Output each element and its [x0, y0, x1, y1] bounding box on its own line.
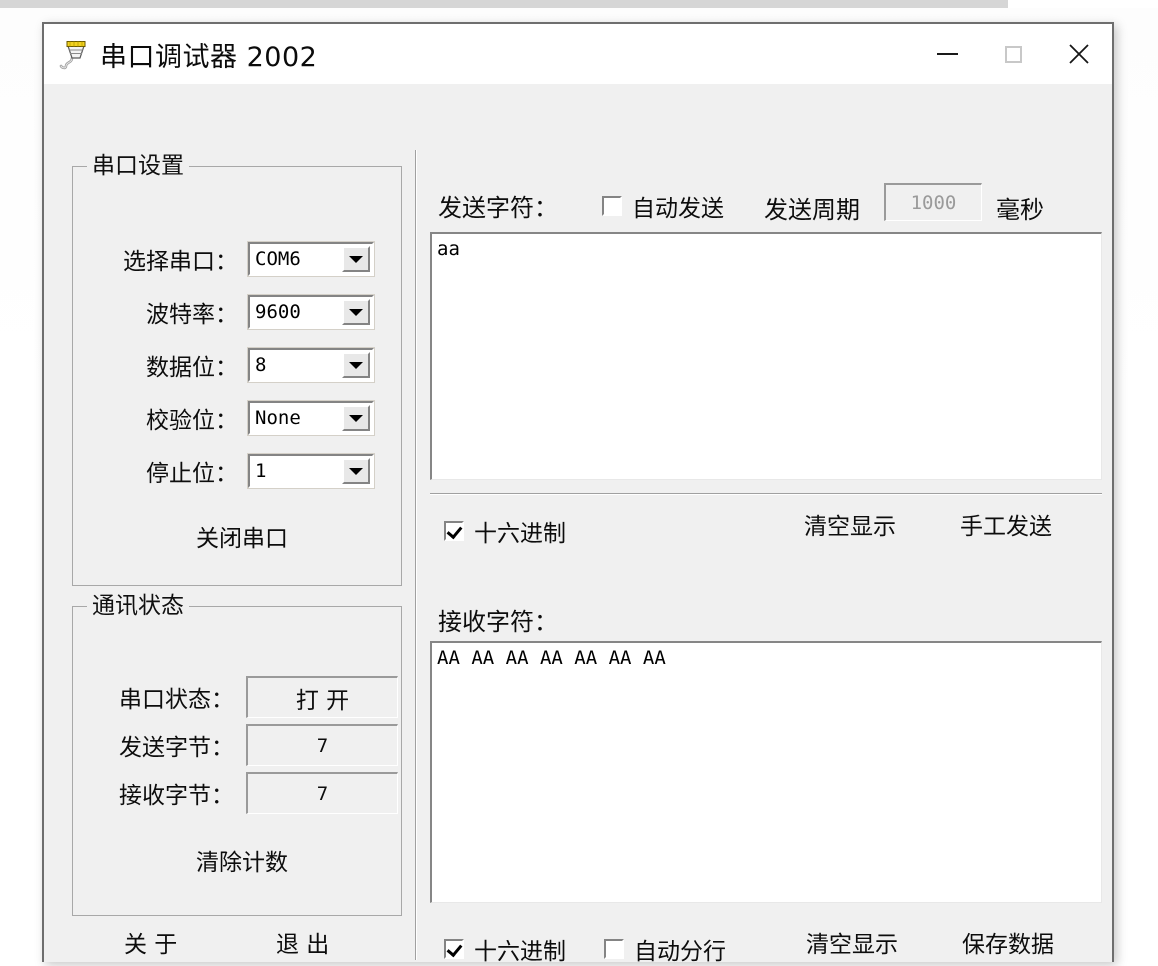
label-baudrate: 波特率：: [92, 295, 238, 329]
send-period-unit-label: 毫秒: [996, 190, 1044, 225]
receive-section-label: 接收字符：: [438, 602, 558, 637]
window-controls: [914, 24, 1112, 84]
label-databits: 数据位：: [92, 348, 238, 382]
checkbox-box: [604, 939, 624, 959]
tx-bytes-value: 7: [246, 724, 398, 766]
close-icon: [1067, 42, 1091, 66]
serial-settings-title: 串口设置: [87, 154, 189, 178]
close-button[interactable]: [1046, 24, 1112, 84]
about-button[interactable]: 关 于: [124, 932, 177, 958]
checkbox-box: [444, 521, 464, 541]
comm-status-title: 通讯状态: [87, 594, 189, 618]
send-hex-checkbox[interactable]: 十六进制: [444, 514, 566, 548]
chevron-down-icon[interactable]: [342, 458, 370, 484]
status-row-rx-bytes: 接收字节： 7: [88, 772, 398, 814]
horizontal-divider: [430, 493, 1102, 495]
label-rx-bytes: 接收字节：: [88, 776, 234, 810]
rx-bytes-value: 7: [246, 772, 398, 814]
select-port-combobox[interactable]: COM6: [248, 242, 374, 276]
window-title: 串口调试器 2002: [100, 35, 317, 74]
toggle-port-button[interactable]: 关闭串口: [196, 526, 288, 552]
send-section-label: 发送字符：: [438, 188, 558, 223]
field-row-stopbits: 停止位： 1: [92, 454, 392, 488]
save-data-button[interactable]: 保存数据: [962, 932, 1054, 958]
receive-clear-display-button[interactable]: 清空显示: [806, 932, 898, 958]
parity-combobox[interactable]: None: [248, 401, 374, 435]
label-parity: 校验位：: [92, 401, 238, 435]
chevron-down-icon[interactable]: [342, 405, 370, 431]
minimize-icon: [937, 53, 958, 55]
baudrate-value: 9600: [250, 301, 301, 323]
label-port-state: 串口状态：: [88, 680, 234, 714]
application-window: 串口调试器 2002 串口设置: [42, 22, 1114, 962]
chevron-down-icon[interactable]: [342, 246, 370, 272]
chevron-down-icon[interactable]: [342, 352, 370, 378]
field-row-baudrate: 波特率： 9600: [92, 295, 392, 329]
client-area: 串口设置 选择串口： COM6 波特率： 9600 数据位： 8: [44, 84, 1112, 962]
send-hex-label: 十六进制: [474, 514, 566, 548]
receive-textarea-content: AA AA AA AA AA AA AA: [437, 647, 1096, 669]
stopbits-combobox[interactable]: 1: [248, 454, 374, 488]
minimize-button[interactable]: [914, 24, 980, 84]
label-select-port: 选择串口：: [92, 242, 238, 276]
label-tx-bytes: 发送字节：: [88, 728, 234, 762]
receive-hex-checkbox[interactable]: 十六进制: [444, 932, 566, 966]
desktop-top-strip: [0, 0, 1008, 8]
serial-plug-icon: [58, 36, 94, 72]
maximize-button[interactable]: [980, 24, 1046, 84]
title-bar: 串口调试器 2002: [44, 24, 1112, 84]
databits-combobox[interactable]: 8: [248, 348, 374, 382]
auto-send-checkbox[interactable]: 自动发送: [602, 189, 724, 223]
auto-wrap-label: 自动分行: [634, 932, 726, 966]
vertical-divider: [415, 150, 417, 960]
stopbits-value: 1: [250, 460, 266, 482]
send-textarea[interactable]: aa: [430, 232, 1102, 480]
port-state-value: 打 开: [246, 676, 398, 718]
send-textarea-content: aa: [437, 238, 1096, 260]
baudrate-combobox[interactable]: 9600: [248, 295, 374, 329]
clear-counter-button[interactable]: 清除计数: [196, 850, 288, 876]
status-row-port-state: 串口状态： 打 开: [88, 676, 398, 718]
manual-send-button[interactable]: 手工发送: [960, 514, 1052, 540]
label-stopbits: 停止位：: [92, 454, 238, 488]
receive-hex-label: 十六进制: [474, 932, 566, 966]
databits-value: 8: [250, 354, 266, 376]
maximize-icon: [1005, 46, 1022, 63]
checkbox-box: [444, 939, 464, 959]
chevron-down-icon[interactable]: [342, 299, 370, 325]
exit-button[interactable]: 退 出: [276, 932, 329, 958]
auto-send-label: 自动发送: [632, 189, 724, 223]
send-clear-display-button[interactable]: 清空显示: [804, 514, 896, 540]
field-row-parity: 校验位： None: [92, 401, 392, 435]
select-port-value: COM6: [250, 248, 301, 270]
auto-wrap-checkbox[interactable]: 自动分行: [604, 932, 726, 966]
send-period-label: 发送周期: [764, 190, 860, 225]
receive-textarea[interactable]: AA AA AA AA AA AA AA: [430, 641, 1102, 903]
send-period-input[interactable]: 1000: [884, 183, 982, 221]
parity-value: None: [250, 407, 301, 429]
field-row-databits: 数据位： 8: [92, 348, 392, 382]
status-row-tx-bytes: 发送字节： 7: [88, 724, 398, 766]
checkbox-box: [602, 196, 622, 216]
field-row-port: 选择串口： COM6: [92, 242, 392, 276]
